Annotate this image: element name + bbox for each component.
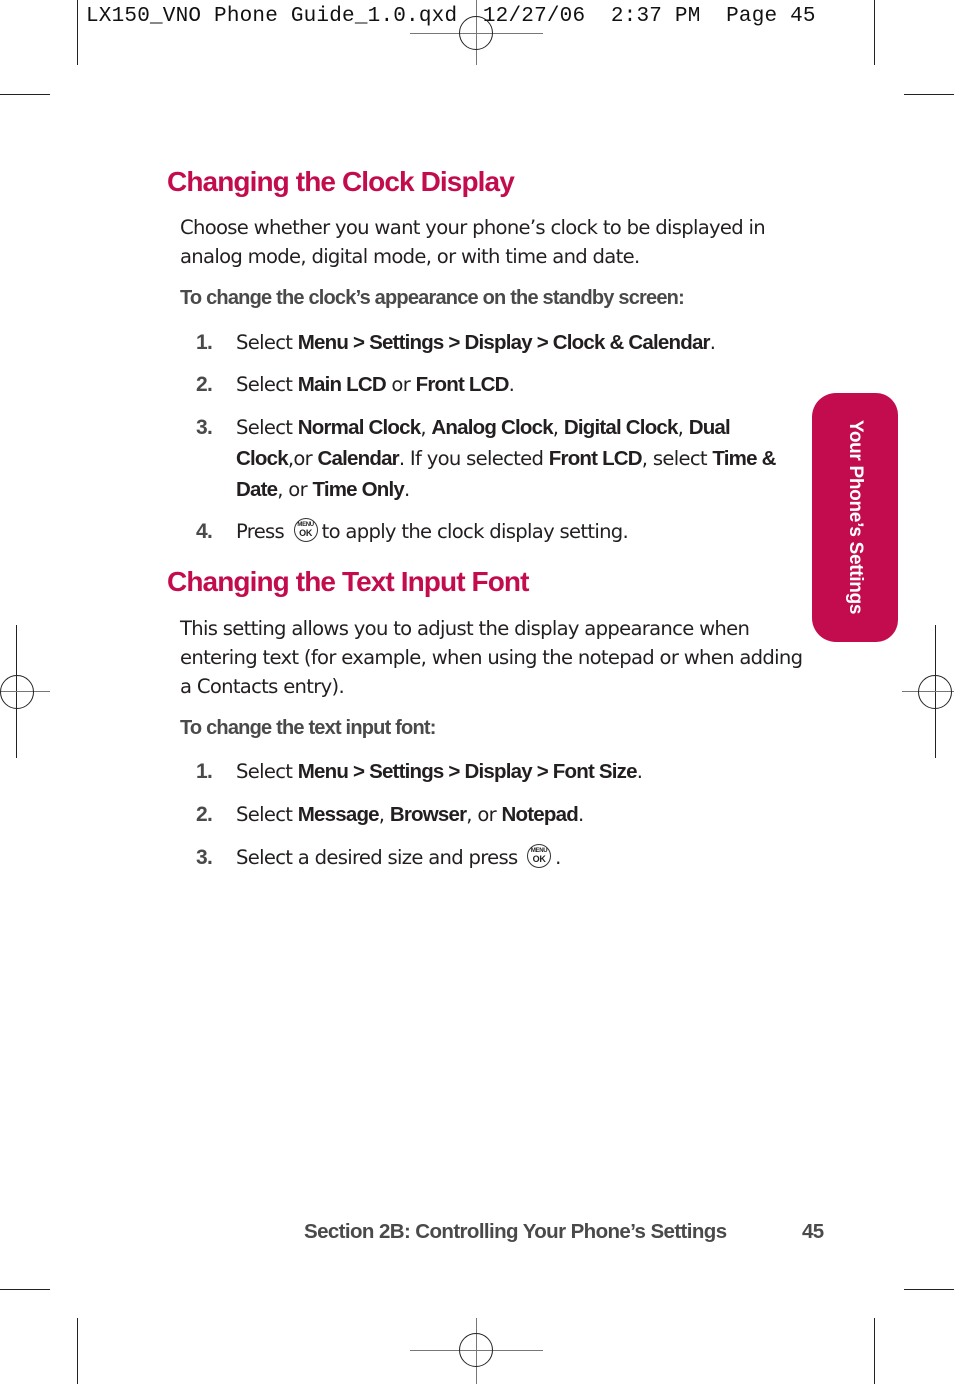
- section-heading: Changing the Text Input Font: [167, 566, 529, 597]
- option-name: Message: [297, 803, 380, 826]
- option-name: Normal Clock: [297, 416, 421, 439]
- option-name: Front LCD: [548, 447, 643, 470]
- section-intro: Choose whether you want your phone’s clo…: [180, 216, 766, 268]
- step-number: 1.: [196, 760, 213, 783]
- crop-mark: [0, 1289, 50, 1290]
- procedure-lead: To change the text input font:: [180, 717, 436, 739]
- option-name: Main LCD: [297, 373, 387, 396]
- step-item: 3. Select a desired size and press MENU O…: [196, 842, 796, 873]
- registration-mark-icon: [459, 1333, 493, 1367]
- step-item: 3. Select Normal Clock, Analog Clock, Di…: [196, 412, 796, 505]
- option-name: Analog Clock: [431, 416, 553, 439]
- menu-ok-key-icon: MENU OK: [293, 518, 318, 542]
- registration-mark-icon: [459, 16, 493, 50]
- option-name: Digital Clock: [563, 416, 679, 439]
- page-number: 45: [802, 1220, 824, 1243]
- option-name: Front LCD: [415, 373, 510, 396]
- step-number: 4.: [196, 520, 213, 543]
- step-item: 2. Select Main LCD or Front LCD.: [196, 369, 796, 400]
- section-intro: This setting allows you to adjust the di…: [180, 617, 803, 698]
- print-slug: LX150_VNO Phone Guide_1.0.qxd 12/27/06 2…: [86, 5, 816, 28]
- menu-path: Menu > Settings > Display > Clock & Cale…: [297, 331, 711, 354]
- option-name: Calendar: [317, 447, 400, 470]
- step-number: 3.: [196, 846, 213, 869]
- crop-mark: [874, 0, 875, 65]
- footer-section-title: Section 2B: Controlling Your Phone’s Set…: [304, 1220, 727, 1243]
- step-item: 4. Press MENU OK to apply the clock displa…: [196, 516, 796, 547]
- step-number: 1.: [196, 331, 213, 354]
- step-number: 2.: [196, 803, 213, 826]
- crop-mark: [904, 1289, 954, 1290]
- crop-mark: [874, 1318, 875, 1384]
- step-number: 3.: [196, 416, 213, 439]
- crop-mark: [0, 94, 50, 95]
- step-item: 1. Select Menu > Settings > Display > Cl…: [196, 327, 796, 358]
- option-name: Notepad: [501, 803, 579, 826]
- side-tab-label: Your Phone’s Settings: [845, 419, 866, 615]
- registration-mark-icon: [918, 675, 952, 709]
- crop-mark: [77, 0, 78, 65]
- menu-ok-key-icon: MENU OK: [527, 844, 552, 868]
- option-name: Browser: [389, 803, 467, 826]
- crop-mark: [77, 1318, 78, 1384]
- procedure-lead: To change the clock’s appearance on the …: [180, 287, 685, 309]
- section-heading: Changing the Clock Display: [167, 166, 515, 197]
- step-item: 2. Select Message, Browser, or Notepad.: [196, 799, 796, 830]
- menu-path: Menu > Settings > Display > Font Size: [297, 760, 638, 783]
- step-number: 2.: [196, 373, 213, 396]
- registration-mark-icon: [0, 675, 34, 709]
- crop-mark: [904, 94, 954, 95]
- section-side-tab: Your Phone’s Settings: [812, 393, 898, 642]
- option-name: Time Only: [312, 478, 405, 501]
- step-item: 1. Select Menu > Settings > Display > Fo…: [196, 756, 796, 787]
